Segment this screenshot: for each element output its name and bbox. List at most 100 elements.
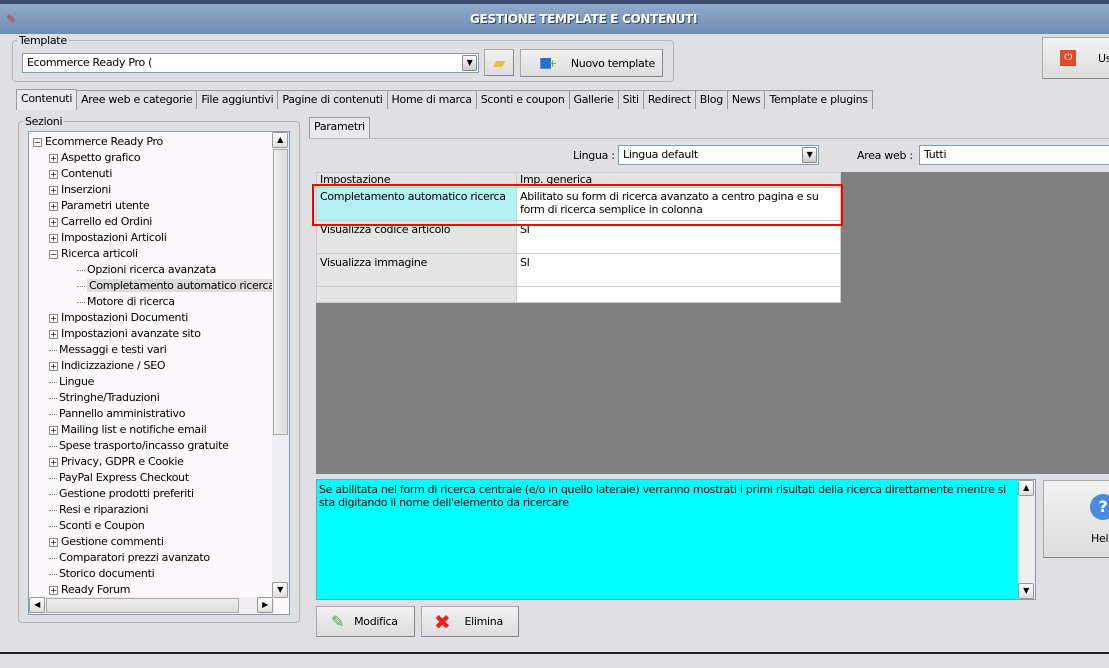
tree-item[interactable]: + Inserzioni: [49, 182, 111, 198]
tab-blog[interactable]: Blog: [694, 90, 728, 109]
collapse-minus-icon[interactable]: −: [49, 249, 58, 259]
tab-template-e-plugins[interactable]: Template e plugins: [764, 90, 873, 109]
open-folder-button[interactable]: ▰: [484, 49, 514, 76]
expand-plus-icon[interactable]: +: [49, 313, 58, 323]
tree-item[interactable]: + Aspetto grafico: [49, 150, 141, 166]
elimina-button[interactable]: ✖ Elimina: [421, 606, 519, 637]
tree-item-label: Impostazioni Documenti: [61, 311, 188, 324]
tree-item[interactable]: + Ready Forum: [49, 582, 131, 598]
exit-button[interactable]: ⏻ Us: [1042, 37, 1109, 79]
lingua-select[interactable]: Lingua default ▼: [618, 145, 819, 165]
tree-line: [49, 525, 57, 527]
expand-plus-icon[interactable]: +: [49, 537, 58, 547]
tree-item[interactable]: − Ecommerce Ready Pro: [33, 134, 163, 150]
tab-gallerie[interactable]: Gallerie: [568, 90, 619, 109]
row-name[interactable]: [316, 286, 517, 303]
tree-item[interactable]: Messaggi e testi vari: [49, 342, 167, 358]
scroll-down-icon[interactable]: ▼: [1018, 583, 1034, 599]
tab-parametri[interactable]: Parametri: [309, 117, 370, 138]
template-select[interactable]: Ecommerce Ready Pro ( ▼: [22, 53, 479, 73]
tree-line: [77, 269, 85, 271]
row-value[interactable]: SI: [516, 253, 841, 287]
tree-item[interactable]: Opzioni ricerca avanzata: [77, 262, 216, 278]
table-row[interactable]: [316, 286, 841, 303]
tree-item-label: Impostazioni avanzate sito: [61, 327, 201, 340]
scroll-right-icon[interactable]: ▶: [257, 597, 273, 613]
help-button[interactable]: ? Help: [1043, 480, 1109, 558]
tree-item[interactable]: + Gestione commenti: [49, 534, 164, 550]
tree-item[interactable]: + Contenuti: [49, 166, 112, 182]
expand-plus-icon[interactable]: +: [49, 169, 58, 179]
tree-item-label: Sconti e Coupon: [59, 519, 145, 532]
tab-news[interactable]: News: [726, 90, 766, 109]
tree-item-label: Ready Forum: [61, 583, 131, 596]
tree-item[interactable]: Gestione prodotti preferiti: [49, 486, 194, 502]
collapse-minus-icon[interactable]: −: [33, 137, 42, 147]
description-scrollbar[interactable]: ▲ ▼: [1018, 480, 1035, 599]
tree-item[interactable]: + Privacy, GDPR e Cookie: [49, 454, 184, 470]
expand-plus-icon[interactable]: +: [49, 217, 58, 227]
tab-home-di-marca[interactable]: Home di marca: [386, 90, 477, 109]
h-scroll-thumb[interactable]: [46, 598, 239, 613]
tree-item[interactable]: + Impostazioni Documenti: [49, 310, 188, 326]
tree-item-label: Messaggi e testi vari: [59, 343, 167, 356]
expand-plus-icon[interactable]: +: [49, 201, 58, 211]
area-web-select[interactable]: Tutti: [919, 145, 1109, 165]
tree-item-label: Ecommerce Ready Pro: [45, 135, 163, 148]
tree-horizontal-scrollbar[interactable]: ◀ ▶: [29, 597, 274, 614]
tree-item[interactable]: PayPal Express Checkout: [49, 470, 189, 486]
tree-item-label: Completamento automatico ricerca: [87, 279, 277, 292]
scroll-up-icon[interactable]: ▲: [272, 132, 288, 148]
scroll-left-icon[interactable]: ◀: [29, 597, 45, 613]
folder-icon: ▰: [492, 53, 505, 72]
tree-item[interactable]: Lingue: [49, 374, 94, 390]
modifica-button[interactable]: ✎ Modifica: [316, 606, 415, 637]
tree-item[interactable]: + Impostazioni avanzate sito: [49, 326, 201, 342]
expand-plus-icon[interactable]: +: [49, 425, 58, 435]
expand-plus-icon[interactable]: +: [49, 185, 58, 195]
expand-plus-icon[interactable]: +: [49, 361, 58, 371]
tree-item[interactable]: + Impostazioni Articoli: [49, 230, 167, 246]
tree-line: [49, 349, 57, 351]
tree-line: [49, 445, 57, 447]
tree-item[interactable]: Motore di ricerca: [77, 294, 175, 310]
description-textarea[interactable]: Se abilitata nel form di ricerca central…: [316, 479, 1036, 600]
tab-aree-web-e-categorie[interactable]: Aree web e categorie: [76, 90, 198, 109]
tree-item[interactable]: Stringhe/Traduzioni: [49, 390, 160, 406]
row-name[interactable]: Visualizza immagine: [316, 253, 517, 287]
tree-item[interactable]: − Ricerca articoli: [49, 246, 138, 262]
tab-siti[interactable]: Siti: [617, 90, 644, 109]
tree-item[interactable]: Completamento automatico ricerca: [77, 278, 277, 294]
tree-item[interactable]: Sconti e Coupon: [49, 518, 145, 534]
tree-item[interactable]: Pannello amministrativo: [49, 406, 186, 422]
tree-item-label: Comparatori prezzi avanzato: [59, 551, 210, 564]
tab-pagine-di-contenuti[interactable]: Pagine di contenuti: [277, 90, 388, 109]
scroll-down-icon[interactable]: ▼: [272, 582, 288, 598]
expand-plus-icon[interactable]: +: [49, 329, 58, 339]
row-value[interactable]: [516, 286, 841, 303]
tab-contenuti[interactable]: Contenuti: [16, 89, 78, 110]
tree-item[interactable]: + Parametri utente: [49, 198, 150, 214]
tab-redirect[interactable]: Redirect: [642, 90, 696, 109]
tab-sconti-e-coupon[interactable]: Sconti e coupon: [475, 90, 570, 109]
tree-item[interactable]: + Carrello ed Ordini: [49, 214, 152, 230]
tree-item[interactable]: Comparatori prezzi avanzato: [49, 550, 210, 566]
tab-file-aggiuntivi[interactable]: File aggiuntivi: [196, 90, 279, 109]
template-value: Ecommerce Ready Pro (: [27, 56, 153, 69]
tree-item[interactable]: + Mailing list e notifiche email: [49, 422, 207, 438]
expand-plus-icon[interactable]: +: [49, 153, 58, 163]
new-template-button[interactable]: ■+ Nuovo template: [520, 49, 663, 77]
tree-item[interactable]: Storico documenti: [49, 566, 155, 582]
chevron-down-icon[interactable]: ▼: [462, 55, 477, 71]
expand-plus-icon[interactable]: +: [49, 585, 58, 595]
expand-plus-icon[interactable]: +: [49, 457, 58, 467]
chevron-down-icon[interactable]: ▼: [802, 147, 817, 163]
tree-item[interactable]: + Indicizzazione / SEO: [49, 358, 166, 374]
expand-plus-icon[interactable]: +: [49, 233, 58, 243]
table-row[interactable]: Visualizza immagine SI: [316, 253, 841, 287]
tree-item[interactable]: Spese trasporto/incasso gratuite: [49, 438, 229, 454]
scroll-thumb[interactable]: [273, 149, 288, 435]
tree-vertical-scrollbar[interactable]: ▲ ▼: [272, 132, 289, 598]
scroll-up-icon[interactable]: ▲: [1018, 480, 1034, 496]
tree-item[interactable]: Resi e riparazioni: [49, 502, 149, 518]
